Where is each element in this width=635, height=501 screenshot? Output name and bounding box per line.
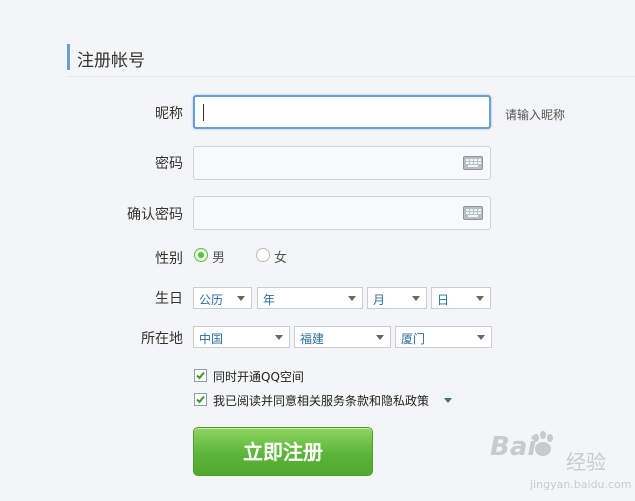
terms-checkbox-label[interactable]: 我已阅读并同意相关服务条款和隐私政策 (213, 392, 429, 409)
calendar-type-value: 公历 (199, 293, 224, 307)
watermark-url: jingyan.baidu.com (530, 478, 632, 491)
terms-checkbox[interactable] (194, 393, 207, 406)
gender-label: 性别 (155, 251, 183, 267)
birth-month-select[interactable]: 月 (367, 287, 427, 309)
province-value: 福建 (300, 332, 325, 346)
checkmark-icon (196, 371, 205, 380)
qzone-checkbox-label[interactable]: 同时开通QQ空间 (213, 368, 304, 385)
header-divider (67, 76, 635, 77)
keyboard-icon[interactable] (463, 206, 483, 220)
birth-day-select[interactable]: 日 (431, 287, 491, 309)
birth-day-value: 日 (437, 293, 450, 307)
gender-male-radio[interactable] (194, 248, 208, 262)
gender-female-label[interactable]: 女 (274, 247, 287, 266)
password-input[interactable] (193, 146, 491, 180)
birth-year-select[interactable]: 年 (257, 287, 363, 309)
gender-male-label[interactable]: 男 (212, 247, 225, 266)
country-value: 中国 (199, 332, 224, 346)
nickname-input[interactable] (193, 95, 491, 129)
calendar-type-select[interactable]: 公历 (193, 287, 252, 309)
confirm-password-input[interactable] (193, 196, 491, 230)
country-select[interactable]: 中国 (193, 326, 290, 348)
paw-icon (533, 431, 553, 456)
chevron-down-icon (476, 296, 484, 301)
chevron-down-icon (237, 296, 245, 301)
city-value: 厦门 (401, 332, 426, 346)
birthday-label: 生日 (155, 291, 183, 307)
nickname-hint: 请输入昵称 (505, 108, 566, 122)
chevron-down-icon (477, 335, 485, 340)
terms-expand-icon[interactable] (444, 398, 452, 403)
birth-month-value: 月 (373, 293, 386, 307)
chevron-down-icon (348, 296, 356, 301)
city-select[interactable]: 厦门 (395, 326, 492, 348)
nickname-label: 昵称 (155, 106, 183, 122)
confirm-password-label: 确认密码 (127, 207, 183, 223)
province-select[interactable]: 福建 (294, 326, 391, 348)
chevron-down-icon (275, 335, 283, 340)
birth-year-value: 年 (263, 293, 276, 307)
keyboard-icon[interactable] (463, 156, 483, 170)
location-label: 所在地 (141, 331, 183, 347)
text-cursor (203, 104, 204, 121)
header-accent-bar (67, 44, 70, 70)
password-label: 密码 (155, 156, 183, 172)
gender-female-radio[interactable] (256, 248, 270, 262)
register-button[interactable]: 立即注册 (193, 427, 373, 476)
chevron-down-icon (412, 296, 420, 301)
chevron-down-icon (376, 335, 384, 340)
qzone-checkbox[interactable] (194, 369, 207, 382)
page-title: 注册帐号 (77, 51, 145, 71)
checkmark-icon (196, 395, 205, 404)
watermark-text: 经验 (566, 450, 606, 474)
